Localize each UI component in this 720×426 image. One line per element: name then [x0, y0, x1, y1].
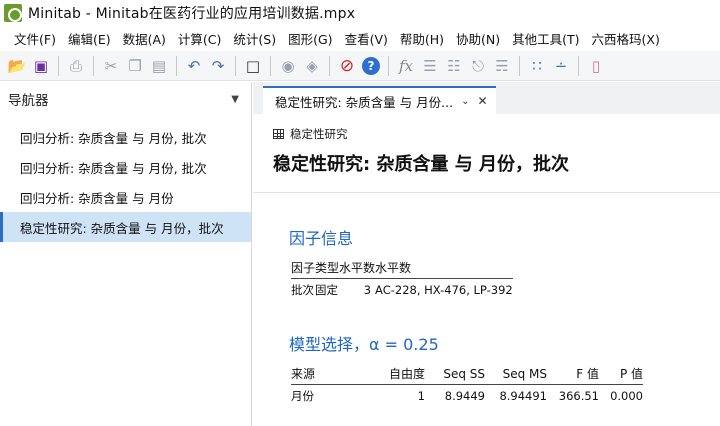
- layout-icon[interactable]: ☷: [443, 55, 465, 77]
- tab-strip: 稳定性研究: 杂质含量 与 月份... ⌄ ✕: [253, 82, 720, 114]
- menu-tools[interactable]: 其他工具(T): [506, 29, 585, 48]
- nav-item-regression-3[interactable]: 回归分析: 杂质含量 与 月份: [0, 182, 251, 212]
- chevron-down-icon[interactable]: ⌄: [461, 96, 469, 107]
- toolbar: 📂 ▣ ⎙ ✂ ❐ ▤ ↶ ↷ □ ◉ ◈ ⊘ ? fx ☰ ☷ ⎋ ☴ ∷ ∸…: [0, 51, 720, 81]
- table-cell: 8.94491: [499, 389, 547, 403]
- menu-file[interactable]: 文件(F): [0, 29, 62, 48]
- col-header: 水平数: [375, 257, 513, 279]
- navigator-panel: 导航器 ▼ 回归分析: 杂质含量 与 月份, 批次 回归分析: 杂质含量 与 月…: [0, 82, 252, 426]
- table-cell: 366.51: [558, 389, 599, 403]
- menu-bar: 文件(F) 编辑(E) 数据(A) 计算(C) 统计(S) 图形(G) 查看(V…: [0, 27, 720, 50]
- menu-view[interactable]: 查看(V): [339, 29, 394, 48]
- cut-icon[interactable]: ✂: [100, 55, 122, 77]
- navigator-header: 导航器 ▼: [0, 82, 251, 116]
- scatter-edit-icon[interactable]: ∸: [550, 55, 572, 77]
- col-header: F 值: [547, 363, 599, 385]
- output-subtitle-row: 稳定性研究: [273, 126, 720, 142]
- redo-icon[interactable]: ↷: [207, 55, 229, 77]
- toolbar-separator: [329, 55, 330, 76]
- find-icon[interactable]: ◉: [277, 55, 299, 77]
- table-cell: AC-228, HX-476, LP-392: [375, 283, 513, 297]
- fx-icon[interactable]: fx: [395, 55, 417, 77]
- table-cell: 固定: [315, 283, 339, 297]
- col-header: 自由度: [361, 363, 425, 385]
- col-header: 水平数: [339, 257, 376, 279]
- menu-six-sigma[interactable]: 六西格玛(X): [586, 29, 666, 48]
- toolbar-separator: [578, 55, 579, 76]
- close-icon[interactable]: ✕: [477, 94, 487, 108]
- table-row: 批次 固定 3 AC-228, HX-476, LP-392: [291, 279, 513, 302]
- minitab-logo-icon: [4, 3, 22, 22]
- navigator-list: 回归分析: 杂质含量 与 月份, 批次 回归分析: 杂质含量 与 月份, 批次 …: [0, 116, 251, 242]
- col-header: Seq MS: [485, 363, 547, 385]
- title-bar: Minitab - Minitab在医药行业的应用培训数据.mpx: [0, 0, 720, 25]
- toolbar-separator: [176, 55, 177, 76]
- scatter-icon[interactable]: ∷: [526, 55, 548, 77]
- tree-icon[interactable]: ☴: [491, 55, 513, 77]
- menu-assist[interactable]: 协助(N): [450, 29, 506, 48]
- table-cell: 批次: [291, 283, 314, 297]
- window-title: Minitab - Minitab在医药行业的应用培训数据.mpx: [28, 5, 356, 22]
- col-header: 因子: [291, 257, 316, 279]
- col-header: 来源: [291, 363, 361, 385]
- window-icon[interactable]: □: [242, 55, 264, 77]
- chart-builder-icon[interactable]: ☰: [419, 55, 441, 77]
- nav-item-regression-1[interactable]: 回归分析: 杂质含量 与 月份, 批次: [0, 122, 251, 152]
- stop-icon[interactable]: ⊘: [336, 55, 358, 77]
- nav-item-stability[interactable]: 稳定性研究: 杂质含量 与 月份，批次: [0, 212, 251, 242]
- table-cell: 1: [417, 389, 425, 403]
- toolbar-separator: [235, 55, 236, 76]
- table-cell: 0.000: [610, 389, 643, 403]
- menu-stat[interactable]: 统计(S): [227, 29, 282, 48]
- toolbar-separator: [270, 55, 271, 76]
- col-header: 类型: [315, 257, 340, 279]
- model-selection-heading: 模型选择，α = 0.25: [289, 335, 439, 354]
- print-icon[interactable]: ⎙: [65, 55, 87, 77]
- col-header: Seq SS: [425, 363, 485, 385]
- help-icon[interactable]: ?: [362, 56, 380, 75]
- eraser-icon[interactable]: ▯: [585, 55, 607, 77]
- tab-label: 稳定性研究: 杂质含量 与 月份...: [275, 94, 454, 110]
- table-cell: 8.9449: [444, 389, 485, 403]
- menu-help[interactable]: 帮助(H): [394, 29, 450, 48]
- factor-info-heading: 因子信息: [289, 229, 354, 248]
- toolbar-separator: [519, 55, 520, 76]
- menu-edit[interactable]: 编辑(E): [62, 29, 117, 48]
- table-grid-icon: [273, 129, 284, 139]
- chevron-down-icon[interactable]: ▼: [231, 94, 239, 105]
- hierarchy-icon[interactable]: ⎋: [467, 55, 489, 77]
- table-cell: 月份: [291, 389, 314, 403]
- undo-icon[interactable]: ↶: [183, 55, 205, 77]
- divider: [253, 192, 720, 193]
- tab-stability-study[interactable]: 稳定性研究: 杂质含量 与 月份... ⌄ ✕: [263, 86, 496, 114]
- menu-graph[interactable]: 图形(G): [282, 29, 338, 48]
- table-cell: 3: [363, 283, 372, 297]
- model-selection-table: 来源 自由度 Seq SS Seq MS F 值 P 值 月份 1 8.9449…: [291, 363, 643, 407]
- menu-data[interactable]: 数据(A): [117, 29, 172, 48]
- toolbar-separator: [93, 55, 94, 76]
- navigator-title: 导航器: [8, 93, 49, 109]
- output-content: 稳定性研究 稳定性研究: 杂质含量 与 月份，批次 因子信息 因子 类型 水平数…: [253, 126, 720, 407]
- copy-icon[interactable]: ❐: [124, 55, 146, 77]
- output-title: 稳定性研究: 杂质含量 与 月份，批次: [273, 154, 569, 175]
- menu-calc[interactable]: 计算(C): [172, 29, 227, 48]
- replace-icon[interactable]: ◈: [301, 55, 323, 77]
- save-icon[interactable]: ▣: [30, 55, 52, 77]
- col-header: P 值: [599, 363, 643, 385]
- output-pane: 稳定性研究: 杂质含量 与 月份... ⌄ ✕ 稳定性研究 稳定性研究: 杂质含…: [253, 82, 720, 426]
- toolbar-separator: [58, 55, 59, 76]
- paste-icon[interactable]: ▤: [148, 55, 170, 77]
- nav-item-regression-2[interactable]: 回归分析: 杂质含量 与 月份, 批次: [0, 152, 251, 182]
- open-folder-icon[interactable]: 📂: [6, 55, 28, 77]
- output-subtitle: 稳定性研究: [290, 127, 348, 141]
- toolbar-separator: [388, 55, 389, 76]
- table-row: 月份 1 8.9449 8.94491 366.51 0.000: [291, 385, 643, 408]
- factor-info-table: 因子 类型 水平数 水平数 批次 固定 3 AC-228, HX-476, LP…: [291, 257, 513, 301]
